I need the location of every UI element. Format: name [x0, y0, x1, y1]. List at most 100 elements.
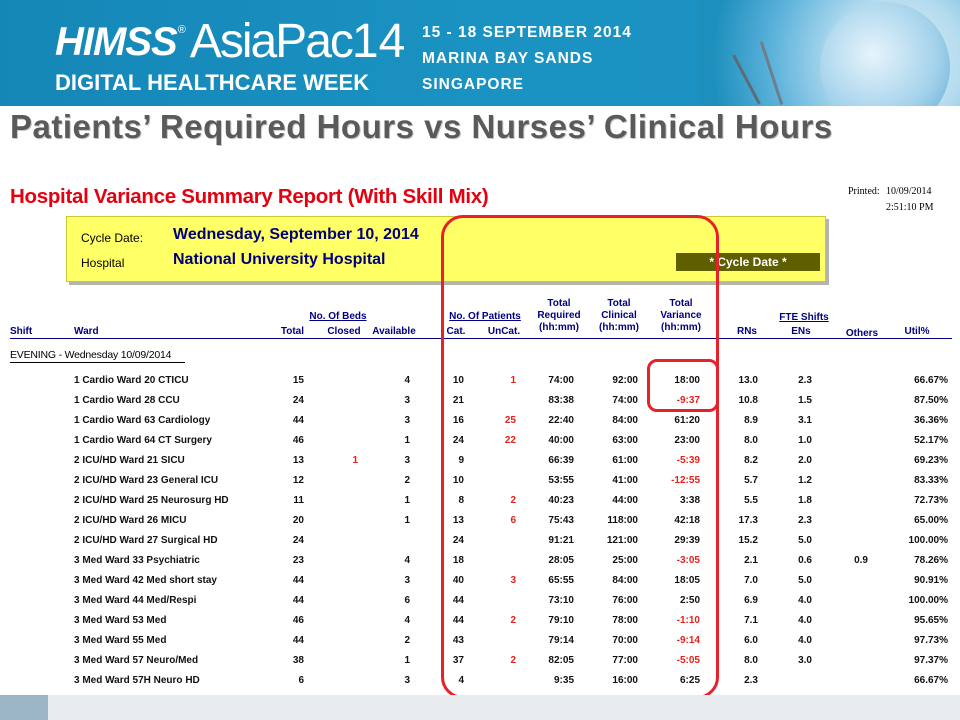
cell-ens: 0.6 [798, 555, 812, 566]
header-ward: Ward [74, 326, 99, 337]
cell-total: 44 [292, 415, 304, 426]
cell-available: 3 [404, 455, 410, 466]
logo-registered-mark: ® [177, 24, 186, 36]
cell-total: 46 [292, 615, 304, 626]
cell-available: 1 [404, 495, 410, 506]
logo-event-name: AsiaPac [189, 15, 354, 68]
cell-util: 52.17% [914, 435, 948, 446]
cell-available: 3 [404, 575, 410, 586]
header-rns: RNs [736, 326, 757, 337]
slide-footer [0, 695, 960, 720]
printed-stamp: Printed: 10/09/2014 2:51:10 PM [848, 184, 934, 216]
cell-total: 23 [292, 555, 304, 566]
cell-ward: 3 Med Ward 53 Med [74, 615, 167, 626]
cell-rns: 8.2 [744, 455, 758, 466]
cell-ens: 2.3 [798, 515, 812, 526]
highlight-outline-patients-hours [441, 215, 719, 699]
cell-util: 78.26% [914, 555, 948, 566]
cell-ward: 1 Cardio Ward 20 CTICU [74, 375, 189, 386]
cell-ward: 3 Med Ward 57H Neuro HD [74, 675, 200, 686]
cell-rns: 2.1 [744, 555, 758, 566]
cell-rns: 5.7 [744, 475, 758, 486]
cell-ens: 4.0 [798, 615, 812, 626]
cell-available: 4 [404, 555, 410, 566]
himss-logo: HIMSS ® AsiaPac 14 [55, 10, 405, 70]
cell-rns: 6.9 [744, 595, 758, 606]
cell-ward: 2 ICU/HD Ward 25 Neurosurg HD [74, 495, 229, 506]
cell-rns: 8.0 [744, 655, 758, 666]
event-details: 15 - 18 SEPTEMBER 2014 MARINA BAY SANDS … [422, 20, 632, 98]
slide-title: Patients’ Required Hours vs Nurses’ Clin… [10, 108, 833, 145]
cell-ward: 2 ICU/HD Ward 26 MICU [74, 515, 187, 526]
footer-tab [0, 695, 48, 720]
cell-ens: 1.2 [798, 475, 812, 486]
cell-rns: 13.0 [738, 375, 758, 386]
section-underline [10, 362, 185, 363]
cell-ward: 3 Med Ward 57 Neuro/Med [74, 655, 199, 666]
cell-util: 72.73% [914, 495, 948, 506]
cell-ens: 4.0 [798, 595, 812, 606]
cell-ward: 3 Med Ward 44 Med/Respi [74, 595, 197, 606]
cell-ens: 3.1 [798, 415, 812, 426]
cell-rns: 7.0 [744, 575, 758, 586]
cell-available: 3 [404, 415, 410, 426]
header-fte-group: FTE Shifts [779, 312, 829, 323]
event-banner: HIMSS ® AsiaPac 14 DIGITAL HEALTHCARE WE… [0, 0, 960, 106]
cell-ward: 3 Med Ward 55 Med [74, 635, 167, 646]
header-shift: Shift [10, 326, 33, 337]
cell-ens: 3.0 [798, 655, 812, 666]
header-beds-group: No. Of Beds [309, 311, 367, 322]
cell-util: 100.00% [908, 595, 948, 606]
cell-total: 15 [292, 375, 304, 386]
printed-time: 2:51:10 PM [886, 202, 934, 213]
header-util: Util% [904, 326, 930, 337]
cell-ens: 2.3 [798, 375, 812, 386]
printed-label: Printed: [848, 186, 880, 197]
cell-util: 97.73% [914, 635, 948, 646]
cell-available: 4 [404, 615, 410, 626]
cell-rns: 6.0 [744, 635, 758, 646]
header-beds-closed: Closed [327, 326, 361, 337]
cell-available: 3 [404, 395, 410, 406]
cell-util: 90.91% [914, 575, 948, 586]
cell-total: 24 [292, 395, 304, 406]
header-ens: ENs [791, 326, 811, 337]
cell-total: 13 [292, 455, 304, 466]
cell-total: 44 [292, 575, 304, 586]
cell-ens: 4.0 [798, 635, 812, 646]
cell-rns: 5.5 [744, 495, 758, 506]
cell-ens: 1.8 [798, 495, 812, 506]
logo-tagline: DIGITAL HEALTHCARE WEEK [55, 70, 370, 95]
cell-ward: 2 ICU/HD Ward 23 General ICU [74, 475, 219, 486]
cell-total: 38 [292, 655, 304, 666]
cell-available: 1 [404, 515, 410, 526]
cell-util: 87.50% [914, 395, 948, 406]
shift-section-label: EVENING - Wednesday 10/09/2014 [10, 349, 172, 361]
cell-ens: 1.5 [798, 395, 812, 406]
cell-others: 0.9 [854, 555, 868, 566]
cell-util: 69.23% [914, 455, 948, 466]
cell-total: 20 [292, 515, 304, 526]
event-venue: MARINA BAY SANDS [422, 50, 594, 67]
cell-rns: 2.3 [744, 675, 758, 686]
cell-ens: 2.0 [798, 455, 812, 466]
event-city: SINGAPORE [422, 76, 525, 93]
cell-ward: 1 Cardio Ward 64 CT Surgery [74, 435, 212, 446]
cell-ward: 3 Med Ward 42 Med short stay [74, 575, 217, 586]
cell-ens: 5.0 [798, 575, 812, 586]
cell-ward: 1 Cardio Ward 63 Cardiology [74, 415, 211, 426]
cell-util: 100.00% [908, 535, 948, 546]
cell-total: 12 [292, 475, 304, 486]
cell-ward: 1 Cardio Ward 28 CCU [74, 395, 180, 406]
cell-rns: 8.9 [744, 415, 758, 426]
header-beds-total: Total [280, 326, 304, 337]
cell-rns: 10.8 [738, 395, 758, 406]
cell-closed: 1 [352, 455, 358, 466]
cell-available: 3 [404, 675, 410, 686]
hospital-label: Hospital [81, 256, 125, 270]
cell-util: 95.65% [914, 615, 948, 626]
logo-brand: HIMSS [55, 20, 178, 64]
cell-ward: 2 ICU/HD Ward 21 SICU [74, 455, 185, 466]
cell-ens: 1.0 [798, 435, 812, 446]
cell-ward: 3 Med Ward 33 Psychiatric [74, 555, 200, 566]
